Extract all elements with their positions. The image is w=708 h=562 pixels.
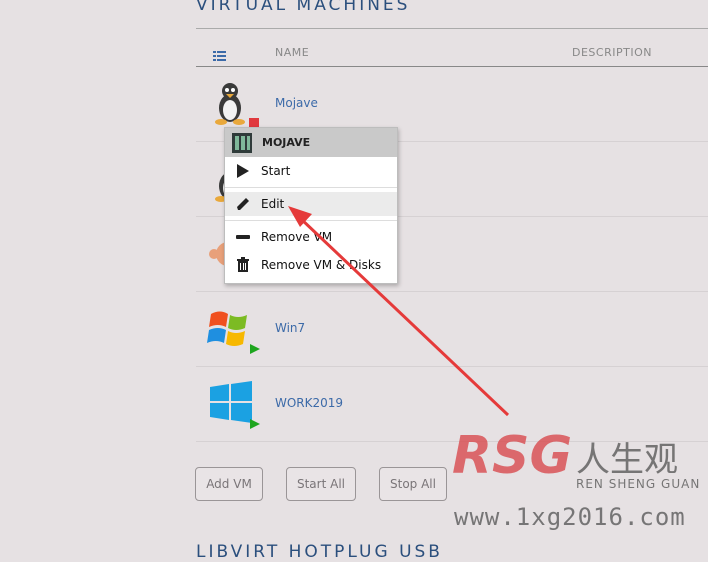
- watermark-logo: RSG 人生观 REN SHENG GUAN: [452, 426, 708, 502]
- watermark-cn: 人生观: [576, 440, 678, 480]
- watermark-sub: REN SHENG GUAN: [576, 477, 701, 491]
- watermark-brand: RSG: [452, 426, 573, 486]
- watermark-url: www.1xg2016.com: [454, 503, 686, 531]
